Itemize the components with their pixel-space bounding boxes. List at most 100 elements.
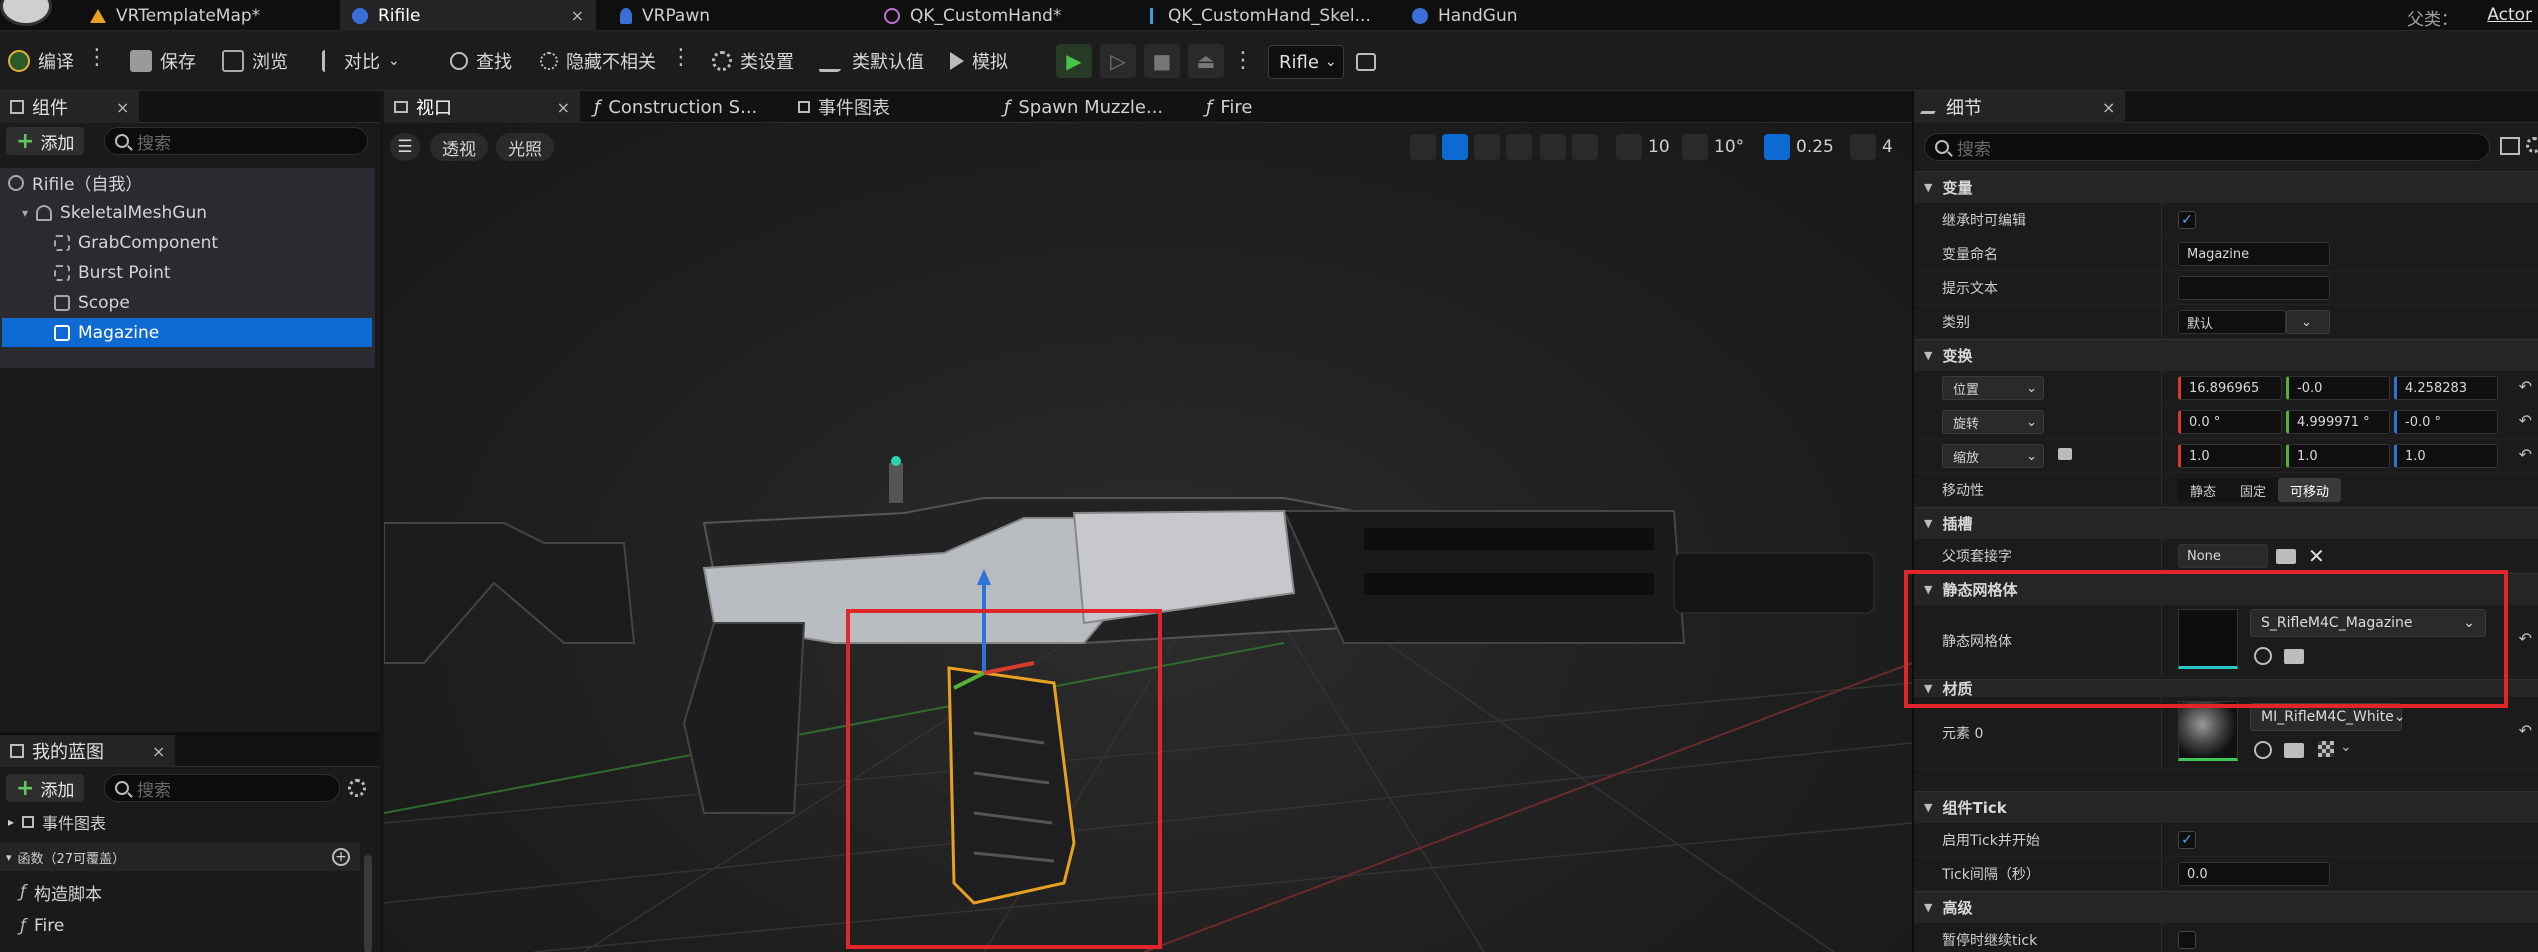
surface-snap-icon[interactable] xyxy=(1572,134,1598,160)
components-search-input[interactable]: 搜索 xyxy=(104,127,368,155)
close-icon[interactable]: × xyxy=(2102,98,2115,117)
tree-item-skeletalmeshgun[interactable]: ▾ SkeletalMeshGun xyxy=(2,198,372,227)
translate-tool-icon[interactable] xyxy=(1442,134,1468,160)
section-transform[interactable]: ▼ 变换 xyxy=(1914,339,2538,371)
tree-item-burst-point[interactable]: Burst Point xyxy=(2,258,372,287)
material-thumbnail[interactable] xyxy=(2178,701,2238,761)
function-item[interactable]: ƒ Fire xyxy=(20,913,64,939)
section-component-tick[interactable]: ▼ 组件Tick xyxy=(1914,791,2538,823)
location-mode-dropdown[interactable]: 位置 ⌄ xyxy=(1942,376,2044,400)
scale-snap-toggle[interactable]: 0.25 xyxy=(1764,133,1834,161)
select-tool-icon[interactable] xyxy=(1410,134,1436,160)
3d-viewport[interactable]: ☰ 透视 光照 10 10° 0.25 4 xyxy=(384,123,1912,952)
browse-button[interactable]: 浏览 xyxy=(222,43,288,79)
scale-y-field[interactable]: 1.0 xyxy=(2286,444,2390,468)
reset-arrow-icon[interactable]: ↶ xyxy=(2519,411,2532,430)
class-defaults-button[interactable]: 类默认值 xyxy=(817,43,924,79)
reset-arrow-icon[interactable]: ↶ xyxy=(2519,445,2532,464)
close-icon[interactable]: × xyxy=(152,742,165,761)
checker-icon[interactable] xyxy=(2318,741,2334,757)
tree-item-root[interactable]: Rifile（自我） xyxy=(2,168,372,197)
compile-button[interactable]: 编译 xyxy=(8,43,74,79)
scrollbar[interactable] xyxy=(364,855,372,952)
tick-interval-field[interactable]: 0.0 xyxy=(2178,862,2330,886)
mobility-static-option[interactable]: 静态 xyxy=(2178,478,2228,502)
diff-button[interactable]: 对比 ⌄ xyxy=(322,43,400,79)
step-icon[interactable]: ▷ xyxy=(1100,44,1136,78)
world-local-icon[interactable] xyxy=(1540,134,1566,160)
mobility-movable-option[interactable]: 可移动 xyxy=(2278,478,2342,502)
components-tab[interactable]: 组件 × xyxy=(0,91,140,123)
hide-unrelated-button[interactable]: 隐藏不相关 xyxy=(540,43,656,79)
lock-icon[interactable] xyxy=(2058,448,2072,460)
my-blueprint-search-input[interactable]: 搜索 xyxy=(104,774,340,802)
functions-section-header[interactable]: ▾ 函数（27可覆盖） + xyxy=(0,843,360,871)
reset-arrow-icon[interactable]: ↶ xyxy=(2519,377,2532,396)
rotation-z-field[interactable]: -0.0 ° xyxy=(2394,410,2498,434)
simulate-button[interactable]: 模拟 xyxy=(950,43,1008,79)
compile-options-icon[interactable]: ⋮ xyxy=(86,47,108,69)
event-graph-item[interactable]: ▸ 事件图表 xyxy=(8,811,106,833)
scale-mode-dropdown[interactable]: 缩放 ⌄ xyxy=(1942,444,2044,468)
stop-icon[interactable]: ■ xyxy=(1144,44,1180,78)
editable-checkbox[interactable]: ✓ xyxy=(2178,211,2196,229)
scale-tool-icon[interactable] xyxy=(1506,134,1532,160)
viewport-options-button[interactable]: ☰ xyxy=(390,133,420,161)
add-component-button[interactable]: + 添加 xyxy=(6,127,85,155)
mobility-stationary-option[interactable]: 固定 xyxy=(2228,478,2278,502)
my-blueprint-tab[interactable]: 我的蓝图 × xyxy=(0,735,176,767)
scale-z-field[interactable]: 1.0 xyxy=(2394,444,2498,468)
tab-vrtemplatemap[interactable]: VRTemplateMap* xyxy=(78,0,340,31)
tab-qk-customhand[interactable]: QK_CustomHand* xyxy=(872,0,1134,31)
rotation-y-field[interactable]: 4.999971 ° xyxy=(2286,410,2390,434)
tab-rifile[interactable]: Rifile × xyxy=(340,0,596,31)
browse-asset-icon[interactable] xyxy=(2284,743,2304,758)
parent-class-link[interactable]: Actor xyxy=(2487,5,2532,25)
rotate-tool-icon[interactable] xyxy=(1474,134,1500,160)
details-tab[interactable]: 细节 × xyxy=(1914,91,2126,123)
rotation-snap-toggle[interactable]: 10° xyxy=(1682,133,1744,161)
use-selected-icon[interactable] xyxy=(2254,741,2272,759)
find-button[interactable]: 查找 xyxy=(450,43,512,79)
tab-event-graph[interactable]: 事件图表 xyxy=(788,91,988,123)
grid-snap-toggle[interactable]: 10 xyxy=(1616,133,1670,161)
category-field[interactable]: 默认 xyxy=(2178,310,2286,334)
tab-viewport[interactable]: 视口 × xyxy=(384,91,580,123)
tab-construction-script[interactable]: ƒ Construction S... xyxy=(584,91,782,123)
debug-filter-icon[interactable] xyxy=(1356,53,1376,71)
play-options-icon[interactable]: ⋮ xyxy=(1232,50,1254,72)
close-icon[interactable]: × xyxy=(571,6,584,25)
function-item[interactable]: ƒ 构造脚本 xyxy=(20,879,102,905)
socket-browse-icon[interactable] xyxy=(2276,549,2296,564)
tab-qk-customhand-skel[interactable]: QK_CustomHand_Skel... xyxy=(1138,0,1400,31)
gear-icon[interactable] xyxy=(2526,137,2538,153)
section-advanced[interactable]: ▼ 高级 xyxy=(1914,891,2538,923)
section-sockets[interactable]: ▼ 插槽 xyxy=(1914,507,2538,539)
play-icon[interactable]: ▶ xyxy=(1056,44,1092,78)
details-search-input[interactable]: 搜索 xyxy=(1924,133,2490,161)
rotation-mode-dropdown[interactable]: 旋转 ⌄ xyxy=(1942,410,2044,434)
close-icon[interactable]: × xyxy=(116,98,129,117)
add-member-button[interactable]: + 添加 xyxy=(6,774,85,802)
chevron-down-icon[interactable]: ⌄ xyxy=(2340,739,2352,755)
tab-fire[interactable]: ƒ Fire xyxy=(1196,91,1396,123)
start-tick-checkbox[interactable]: ✓ xyxy=(2178,831,2196,849)
category-dropdown[interactable]: ⌄ xyxy=(2286,310,2330,334)
camera-speed-button[interactable]: 4 xyxy=(1850,133,1893,161)
clear-x-icon[interactable]: ✕ xyxy=(2308,544,2325,568)
save-button[interactable]: 保存 xyxy=(130,43,196,79)
eject-icon[interactable]: ⏏ xyxy=(1188,44,1224,78)
class-settings-button[interactable]: 类设置 xyxy=(712,43,794,79)
tooltip-field[interactable] xyxy=(2178,276,2330,300)
rotation-x-field[interactable]: 0.0 ° xyxy=(2178,410,2282,434)
debug-object-select[interactable]: Rifle ⌄ xyxy=(1268,45,1344,79)
add-function-icon[interactable]: + xyxy=(332,848,350,866)
parent-socket-field[interactable]: None xyxy=(2178,544,2268,568)
location-y-field[interactable]: -0.0 xyxy=(2286,376,2390,400)
more-options-icon[interactable]: ⋮ xyxy=(670,47,692,69)
reset-arrow-icon[interactable]: ↶ xyxy=(2519,721,2532,740)
tree-item-grabcomponent[interactable]: GrabComponent xyxy=(2,228,372,257)
tab-handgun[interactable]: HandGun xyxy=(1400,0,1650,31)
section-variable[interactable]: ▼ 变量 xyxy=(1914,171,2538,203)
table-view-icon[interactable] xyxy=(2500,137,2520,155)
